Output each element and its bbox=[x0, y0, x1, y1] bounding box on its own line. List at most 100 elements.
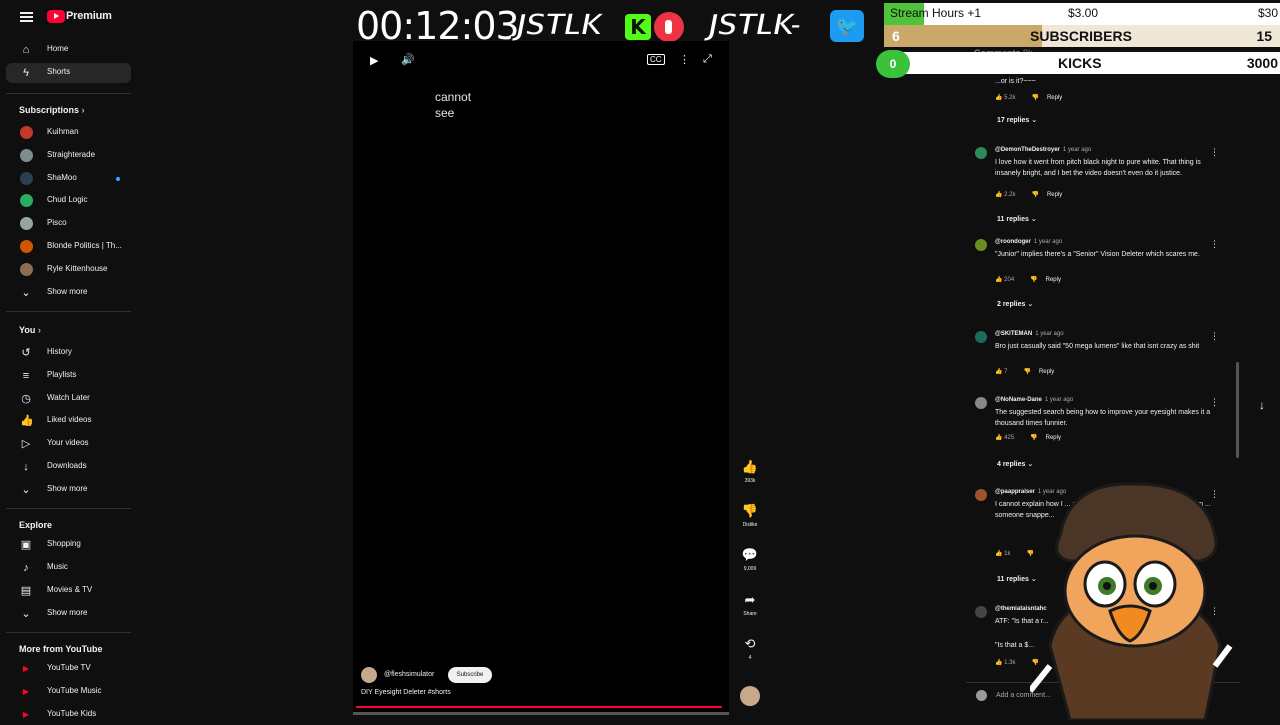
comments-button[interactable]: 💬 9,009 bbox=[736, 547, 764, 572]
comment-like-button[interactable]: 👍 425 bbox=[995, 435, 1022, 441]
volume-icon[interactable]: 🔊 bbox=[401, 53, 415, 66]
thumbs-down-icon[interactable]: 👎 bbox=[1031, 192, 1038, 198]
remix-icon: ⟲ bbox=[744, 636, 756, 651]
share-button[interactable]: ➦ Share bbox=[736, 592, 764, 617]
comment-like-count: 2.2k bbox=[1004, 192, 1016, 198]
captions-icon[interactable]: CC bbox=[647, 54, 665, 65]
comment-text: I love how it went from pitch black nigh… bbox=[995, 159, 1201, 177]
sidebar-item-youtube-kids[interactable]: ▶ YouTube Kids bbox=[6, 705, 131, 725]
sidebar-item-playlists[interactable]: ≡ Playlists bbox=[6, 366, 131, 386]
sidebar-item-blonde-politics-th[interactable]: Blonde Politics | Th... bbox=[6, 237, 131, 257]
sidebar-item-pisco[interactable]: Pisco bbox=[6, 214, 131, 234]
avatar[interactable] bbox=[975, 239, 987, 251]
play-icon[interactable]: ▶ bbox=[370, 54, 378, 67]
sidebar-item-label: YouTube Kids bbox=[47, 708, 97, 718]
explore-show-more[interactable]: ⌄ Show more bbox=[6, 604, 131, 624]
progress-track bbox=[353, 712, 729, 715]
thumbs-down-icon[interactable]: 👎 bbox=[1031, 95, 1038, 101]
sidebar-item-label: Ryle Kittenhouse bbox=[47, 263, 108, 273]
kids-icon: ▶ bbox=[22, 709, 30, 719]
channel-avatar bbox=[20, 148, 33, 162]
reply-button[interactable]: Reply bbox=[1047, 192, 1062, 198]
avatar[interactable] bbox=[975, 147, 987, 159]
view-replies-button[interactable]: 2 replies ⌄ bbox=[997, 300, 1033, 308]
remix-button[interactable]: ⟲ 4 bbox=[736, 636, 764, 661]
sidebar-item-shopping[interactable]: ▣ Shopping bbox=[6, 535, 131, 555]
sidebar-item-shamoo[interactable]: ShaMoo bbox=[6, 169, 131, 189]
channel-avatar[interactable] bbox=[361, 667, 377, 683]
comments-scrollbar[interactable] bbox=[1236, 362, 1239, 458]
sidebar-item-downloads[interactable]: ↓ Downloads bbox=[6, 457, 131, 477]
more-options-icon[interactable]: ⋮ bbox=[679, 53, 690, 66]
sidebar-item-straighterade[interactable]: Straighterade bbox=[6, 146, 131, 166]
fullscreen-icon[interactable]: ⤢ bbox=[703, 53, 712, 66]
view-replies-button[interactable]: 17 replies ⌄ bbox=[997, 116, 1037, 124]
video-progress-bar[interactable] bbox=[356, 706, 723, 708]
comment-like-button[interactable]: 👍 204 bbox=[995, 277, 1022, 283]
view-replies-button[interactable]: 4 replies ⌄ bbox=[997, 460, 1033, 468]
sidebar-item-liked-videos[interactable]: 👍 Liked videos bbox=[6, 411, 131, 431]
sidebar-item-kuihman[interactable]: Kuihman bbox=[6, 123, 131, 143]
comment-like-button[interactable]: 👍 2.2k bbox=[995, 192, 1023, 198]
sidebar-item-movies-tv[interactable]: ▤ Movies & TV bbox=[6, 581, 131, 601]
sidebar-item-label: Downloads bbox=[47, 461, 87, 470]
comment-author[interactable]: @NoName-Dane 1 year ago bbox=[995, 397, 1073, 403]
arrow-down-icon[interactable]: ↓ bbox=[1259, 398, 1265, 412]
sidebar-item-label: Liked videos bbox=[47, 415, 92, 425]
like-button[interactable]: 👍 393k bbox=[736, 459, 764, 484]
you-section-title[interactable]: You › bbox=[19, 325, 41, 335]
reply-button[interactable]: Reply bbox=[1046, 435, 1061, 441]
sidebar-item-watch-later[interactable]: ◷ Watch Later bbox=[6, 389, 131, 409]
thumbs-down-icon[interactable]: 👎 bbox=[1023, 369, 1030, 375]
subscribe-button[interactable]: Subscribe bbox=[448, 667, 492, 683]
chevron-down-icon: ⌄ bbox=[21, 608, 31, 620]
sidebar-item-ryle-kittenhouse[interactable]: Ryle Kittenhouse bbox=[6, 260, 131, 280]
subscriptions-show-more[interactable]: ⌄ Show more bbox=[6, 283, 131, 303]
sidebar-item-history[interactable]: ↺ History bbox=[6, 343, 131, 363]
sidebar-item-your-videos[interactable]: ▷ Your videos bbox=[6, 434, 131, 454]
thumbs-down-icon[interactable]: 👎 bbox=[1030, 435, 1037, 441]
comment-text: Bro just casually said "50 mega lumens" … bbox=[995, 343, 1200, 350]
avatar[interactable] bbox=[975, 606, 987, 618]
thumbs-down-icon: 👎 bbox=[741, 503, 759, 518]
avatar[interactable] bbox=[975, 331, 987, 343]
reply-button[interactable]: Reply bbox=[1046, 277, 1061, 283]
home-icon: ⌂ bbox=[22, 44, 30, 56]
comment-like-button[interactable]: 👍 1k bbox=[995, 551, 1018, 557]
comment-like-button[interactable]: 👍 7 bbox=[995, 369, 1015, 375]
sound-avatar[interactable] bbox=[736, 686, 764, 706]
comment-text: "Junior" implies there's a "Senior" Visi… bbox=[995, 251, 1200, 258]
masthead: Premium bbox=[0, 8, 137, 26]
sidebar-item-chud-logic[interactable]: Chud Logic bbox=[6, 191, 131, 211]
view-replies-button[interactable]: 11 replies ⌄ bbox=[997, 215, 1037, 223]
sidebar-item-youtube-tv[interactable]: ▶ YouTube TV bbox=[6, 659, 131, 679]
comment-author[interactable]: @DemonTheDestroyer 1 year ago bbox=[995, 147, 1091, 153]
sidebar-item-music[interactable]: ♪ Music bbox=[6, 558, 131, 578]
subscriptions-title[interactable]: Subscriptions › bbox=[19, 105, 85, 115]
menu-icon[interactable] bbox=[20, 12, 33, 22]
reply-button[interactable]: Reply bbox=[1039, 369, 1054, 375]
comment-author[interactable]: @roondoger 1 year ago bbox=[995, 239, 1062, 245]
avatar[interactable] bbox=[975, 489, 987, 501]
comment-like-button[interactable]: 👍 5.2k bbox=[995, 95, 1023, 101]
channel-name[interactable]: @fleshsimulator bbox=[384, 671, 434, 678]
comment-like-button[interactable]: 👍 1.3k bbox=[995, 660, 1023, 666]
sidebar-item-home[interactable]: ⌂ Home bbox=[6, 40, 131, 60]
video-title[interactable]: DIY Eyesight Deleter #shorts bbox=[361, 689, 451, 696]
avatar[interactable] bbox=[975, 397, 987, 409]
shorts-player[interactable]: ▶ 🔊 CC ⋮ ⤢ cannot see @fleshsimulator Su… bbox=[353, 41, 729, 715]
divider bbox=[6, 93, 131, 94]
sidebar-item-youtube-music[interactable]: ▶ YouTube Music bbox=[6, 682, 131, 702]
kicks-count: 0 bbox=[876, 50, 910, 78]
reply-button[interactable]: Reply bbox=[1047, 95, 1062, 101]
chevron-down-icon: ⌄ bbox=[1028, 216, 1037, 223]
you-show-more[interactable]: ⌄ Show more bbox=[6, 480, 131, 500]
divider bbox=[6, 508, 131, 509]
comment-author[interactable]: @SKITEMAN 1 year ago bbox=[995, 331, 1064, 337]
comment-like-count: 1.3k bbox=[1004, 660, 1016, 666]
dislike-button[interactable]: 👎 Dislike bbox=[736, 503, 764, 528]
share-icon: ➦ bbox=[744, 592, 756, 607]
sidebar-item-shorts[interactable]: ϟ Shorts bbox=[6, 63, 131, 83]
thumbs-down-icon[interactable]: 👎 bbox=[1030, 277, 1037, 283]
youtube-logo-icon[interactable] bbox=[47, 10, 65, 23]
